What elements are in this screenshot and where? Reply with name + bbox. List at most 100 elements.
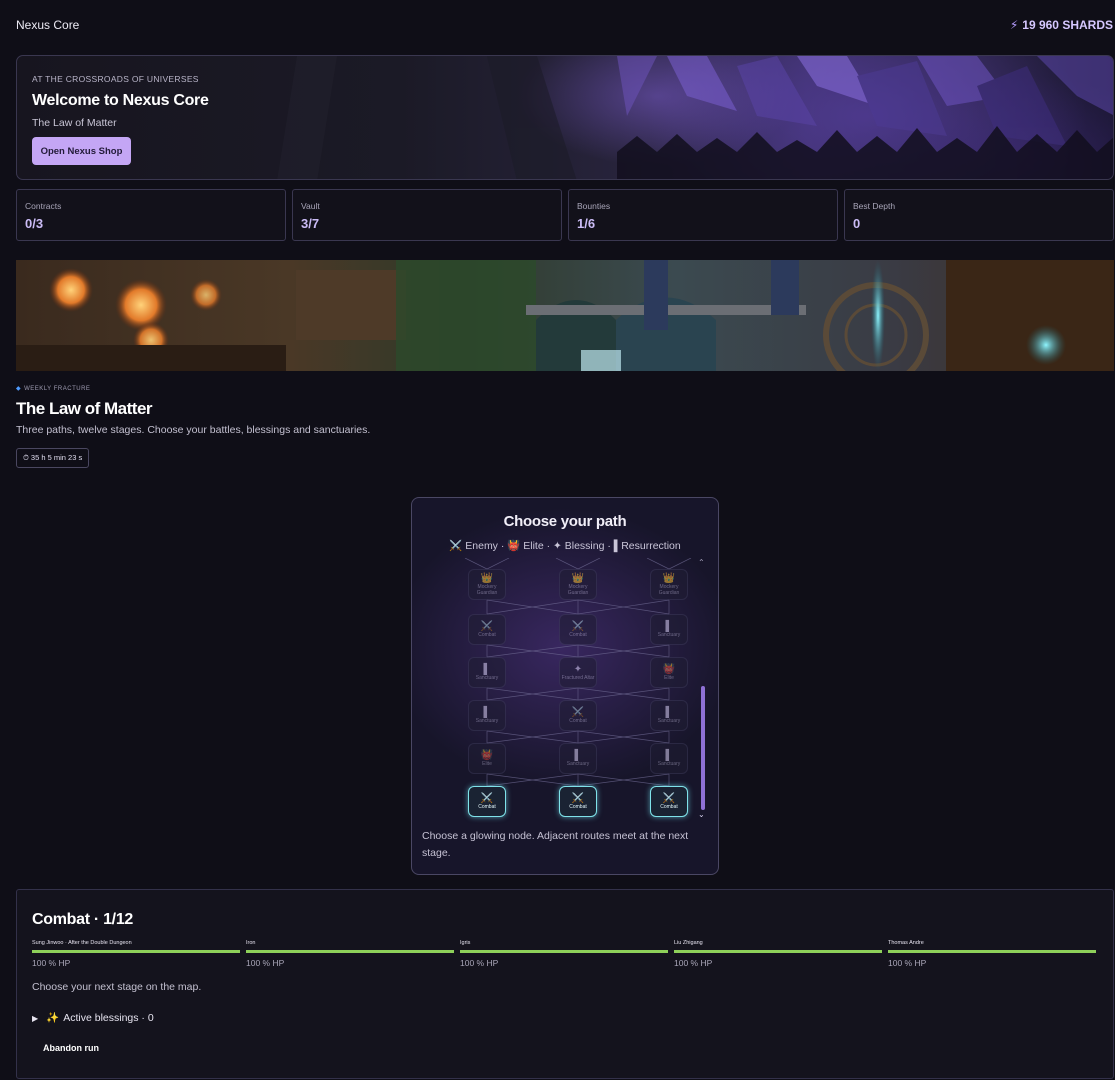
node-label: Fractured Altar [561,675,595,681]
fracture-eyebrow-text: WEEKLY FRACTURE [24,386,91,392]
party-member: Igris 100 % HP [460,940,668,970]
party-member: Sung Jinwoo · After the Double Dungeon 1… [32,940,240,970]
party-member-hp: 100 % HP [674,958,713,968]
top-bar: Nexus Core ⚡ 19 960 SHARDS [0,0,1115,50]
node-type-icon: ⚔️ [662,793,676,804]
open-nexus-shop-button[interactable]: Open Nexus Shop [32,137,131,165]
node-label: Elite [664,675,674,681]
node-type-icon: ⚔️ [571,621,585,632]
hp-bar [246,950,454,953]
stat-label: Bounties [577,201,611,211]
map-node-mockery-guardian: 👑 Mockery Guardian [559,569,597,600]
disclosure-triangle-icon: ▶ [32,1014,39,1023]
map-node-elite: 👹 Elite [468,743,506,774]
map-node-sanctuary: ▌ Sanctuary [468,657,506,688]
abandon-run-button[interactable]: Abandon run [32,1038,110,1058]
map-node-sanctuary: ▌ Sanctuary [468,700,506,731]
lightning-icon: ⚡ [1009,18,1019,32]
node-label: Elite [482,761,492,767]
map-node-elite: 👹 Elite [650,657,688,688]
node-label: Sanctuary [657,718,681,724]
party-member: Liu Zhigang 100 % HP [674,940,882,970]
active-blessings-toggle[interactable]: ▶ ✨ Active blessings · 0 [32,1011,154,1024]
map-node-sanctuary: ▌ Sanctuary [559,743,597,774]
node-label: Sanctuary [657,761,681,767]
path-connection [577,558,601,570]
scroll-down-arrow[interactable]: ⌄ [698,810,705,819]
node-type-icon: 👑 [480,573,494,584]
party-member: Thomas Andre 100 % HP [888,940,1096,970]
hp-bar [674,950,882,953]
stat-bounties: Bounties 1/6 [568,189,838,241]
path-map-card: Choose your path ⚔️ Enemy · 👹 Elite · ✦ … [411,497,719,875]
fracture-timer: ⏱ 35 h 5 min 23 s [16,448,90,468]
party-member-name: Igris [460,940,471,946]
hp-bar [460,950,668,953]
stat-best-depth: Best Depth 0 [844,189,1114,241]
path-connection [464,558,488,570]
hp-bar-fill [246,950,454,953]
active-blessings-label: Active blessings · 0 [63,1012,154,1024]
fracture-eyebrow: ◆ WEEKLY FRACTURE [16,385,90,392]
node-type-icon: ⚔️ [480,793,494,804]
fracture-description: Three paths, twelve stages. Choose your … [16,424,371,436]
hp-bar-fill [888,950,1096,953]
map-legend: ⚔️ Enemy · 👹 Elite · ✦ Blessing · ▌Resur… [449,540,681,552]
node-type-icon: 👑 [571,573,585,584]
node-type-icon: ▌ [483,664,491,675]
party-member-name: Sung Jinwoo · After the Double Dungeon [32,940,132,946]
map-node-combat[interactable]: ⚔️ Combat [559,786,597,817]
path-map[interactable]: 👑 Mockery Guardian 👑 Mockery Guardian 👑 Mocke… [412,558,718,823]
map-node-combat: ⚔️ Combat [468,614,506,645]
stat-value: 1/6 [577,216,596,231]
node-type-icon: ⚔️ [480,621,494,632]
stat-value: 0 [853,216,861,231]
hp-bar-fill [32,950,240,953]
map-node-combat[interactable]: ⚔️ Combat [650,786,688,817]
node-label: Combat [569,804,587,810]
map-node-combat: ⚔️ Combat [559,700,597,731]
node-type-icon: 👑 [662,573,676,584]
party-member-hp: 100 % HP [32,958,71,968]
node-label: Sanctuary [475,718,499,724]
stat-label: Vault [301,201,320,211]
stat-label: Contracts [25,201,62,211]
hp-bar-fill [460,950,668,953]
path-connection [486,558,510,570]
run-hint: Choose your next stage on the map. [32,981,202,993]
node-label: Sanctuary [657,632,681,638]
currency-amount: 19 960 SHARDS [1022,18,1113,32]
hp-bar [888,950,1096,953]
party-member-hp: 100 % HP [460,958,499,968]
node-type-icon: ⚔️ [571,707,585,718]
party-member-hp: 100 % HP [888,958,927,968]
party-member-hp: 100 % HP [246,958,285,968]
node-type-icon: ▌ [665,707,673,718]
fracture-gem-icon: ◆ [16,386,22,392]
map-node-combat[interactable]: ⚔️ Combat [468,786,506,817]
stats-row: Contracts 0/3 Vault 3/7 Bounties 1/6 Bes… [16,189,1114,241]
node-label: Combat [478,804,496,810]
map-scrollbar[interactable] [701,686,705,810]
node-label: Sanctuary [566,761,590,767]
node-type-icon: ⚔️ [571,793,585,804]
welcome-hero: AT THE CROSSROADS OF UNIVERSES Welcome t… [16,55,1114,180]
node-label: Mockery Guardian [567,584,589,596]
node-type-icon: ▌ [665,621,673,632]
run-panel: Combat · 1/12 Sung Jinwoo · After the Do… [16,889,1114,1079]
party-member-name: Iron [246,940,256,946]
hero-title: Welcome to Nexus Core [32,92,209,109]
stat-label: Best Depth [853,201,896,211]
map-hint: Choose a glowing node. Adjacent routes m… [422,830,689,859]
map-title: Choose your path [503,513,627,530]
node-type-icon: 👹 [480,750,494,761]
path-connection [646,558,670,570]
stat-contracts: Contracts 0/3 [16,189,286,241]
node-label: Sanctuary [475,675,499,681]
scroll-up-arrow[interactable]: ⌃ [698,558,705,567]
fracture-title: The Law of Matter [16,399,153,418]
node-type-icon: ▌ [665,750,673,761]
map-node-sanctuary: ▌ Sanctuary [650,743,688,774]
app-title: Nexus Core [16,18,80,32]
map-node-mockery-guardian: 👑 Mockery Guardian [468,569,506,600]
